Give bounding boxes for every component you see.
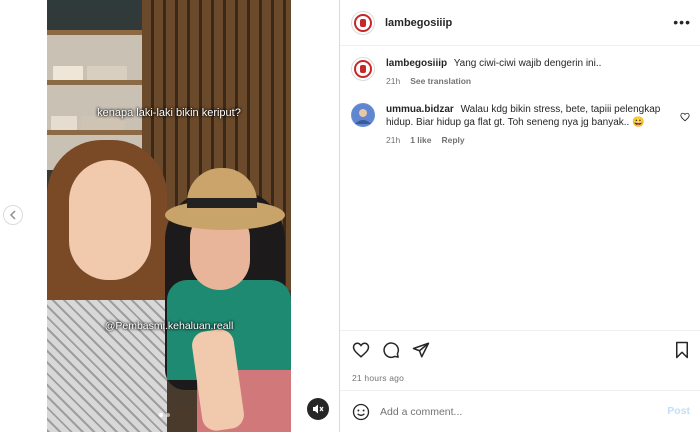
author-avatar[interactable] [351, 10, 375, 35]
share-button[interactable] [412, 341, 430, 359]
caption-text: Yang ciwi-ciwi wajib dengerin ini.. [453, 58, 602, 69]
comment-username[interactable]: ummua.bidzar [386, 104, 454, 115]
share-icon [412, 342, 430, 358]
bookmark-icon [676, 341, 688, 359]
comment-likes[interactable]: 1 like [410, 135, 431, 145]
chevron-left-icon [9, 210, 16, 220]
add-comment-bar: Post [340, 390, 700, 432]
save-button[interactable] [673, 341, 691, 359]
emoji-icon[interactable] [352, 403, 370, 421]
media-handle-overlay: @Pembasmi.kehaluan.reall [104, 320, 234, 332]
comments-section: lambegosiiip Yang ciwi-ciwi wajib denger… [340, 46, 700, 330]
caption-author-avatar[interactable] [351, 57, 375, 81]
post-actions: 21 hours ago [340, 330, 700, 390]
carousel-dot [166, 413, 170, 417]
comment-time[interactable]: 21h [386, 135, 400, 145]
more-options-button[interactable]: ••• [673, 14, 691, 30]
post-sidebar: lambegosiiip ••• lambegosiiip Yang ciwi-… [339, 0, 700, 432]
mute-button[interactable] [307, 398, 329, 420]
post-header: lambegosiiip ••• [340, 0, 700, 46]
post-media[interactable]: kenapa laki-laki bikin keriput? @Pembasm… [47, 0, 291, 432]
right-gutter [291, 0, 339, 432]
comment-icon [383, 342, 400, 359]
see-translation-button[interactable]: See translation [410, 76, 471, 86]
like-button[interactable] [352, 341, 370, 359]
comment-item: ummua.bidzar Walau kdg bikin stress, bet… [351, 103, 696, 145]
post-timestamp[interactable]: 21 hours ago [352, 373, 404, 383]
comment-button[interactable] [382, 341, 400, 359]
comment-reply-button[interactable]: Reply [441, 135, 464, 145]
media-caption-overlay: kenapa laki-laki bikin keriput? [97, 107, 241, 119]
author-username[interactable]: lambegosiiip [385, 17, 452, 29]
caption-username[interactable]: lambegosiiip [386, 58, 447, 69]
heart-icon [352, 342, 370, 358]
post-comment-button[interactable]: Post [667, 405, 690, 417]
carousel-dot-active [159, 413, 163, 417]
previous-post-button[interactable] [3, 205, 23, 225]
commenter-avatar[interactable] [351, 103, 375, 127]
post-caption: lambegosiiip Yang ciwi-ciwi wajib denger… [351, 57, 696, 86]
left-gutter [0, 0, 47, 432]
comment-input[interactable] [380, 405, 650, 418]
carousel-dots [159, 413, 170, 417]
heart-icon[interactable] [680, 112, 690, 122]
caption-time[interactable]: 21h [386, 76, 400, 86]
mute-icon [313, 404, 324, 414]
